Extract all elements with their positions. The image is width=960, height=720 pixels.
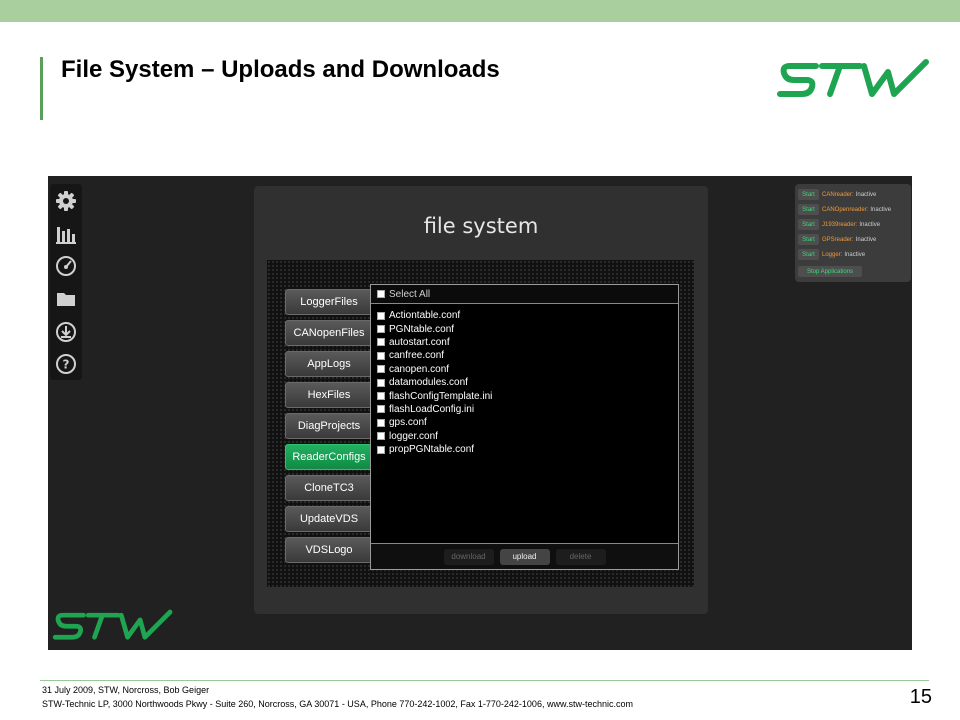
file-name: canfree.conf xyxy=(389,350,445,362)
folder-button-applogs[interactable]: AppLogs xyxy=(285,351,373,377)
reader-status-panel: Start CANreader: Inactive Start CANOpenr… xyxy=(795,184,911,282)
bar-chart-icon[interactable] xyxy=(53,221,79,247)
slide: File System – Uploads and Downloads ? fi… xyxy=(0,0,960,720)
download-icon[interactable] xyxy=(53,319,79,345)
panel-title: file system xyxy=(423,214,539,238)
svg-text:?: ? xyxy=(63,358,70,372)
file-name: flashLoadConfig.ini xyxy=(389,403,475,415)
file-item[interactable]: flashConfigTemplate.ini xyxy=(377,389,678,402)
file-item[interactable]: autostart.conf xyxy=(377,336,678,349)
download-button[interactable]: download xyxy=(443,548,494,565)
folder-button-updatevds[interactable]: UpdateVDS xyxy=(285,506,373,532)
file-name: datamodules.conf xyxy=(389,377,468,389)
reader-name: GPSreader: xyxy=(822,236,854,243)
file-browser: LoggerFiles CANopenFiles AppLogs HexFile… xyxy=(267,260,694,587)
file-item[interactable]: Actiontable.conf xyxy=(377,309,678,322)
top-bar xyxy=(0,0,960,22)
footer-address: STW-Technic LP, 3000 Northwoods Pkwy - S… xyxy=(42,699,633,709)
file-item[interactable]: gps.conf xyxy=(377,416,678,429)
file-name: autostart.conf xyxy=(389,336,450,348)
folder-icon[interactable] xyxy=(53,286,79,312)
file-checkbox[interactable] xyxy=(377,405,385,414)
file-item[interactable]: canopen.conf xyxy=(377,363,678,376)
title-accent-rule xyxy=(40,57,43,120)
page-number: 15 xyxy=(909,686,932,708)
folder-button-hexfiles[interactable]: HexFiles xyxy=(285,382,373,408)
reader-row-canreader: Start CANreader: Inactive xyxy=(798,188,876,201)
folder-button-loggerfiles[interactable]: LoggerFiles xyxy=(285,289,373,315)
reader-status: Inactive xyxy=(855,191,877,198)
file-checkbox[interactable] xyxy=(377,311,385,320)
reader-name: CANreader: xyxy=(822,191,854,198)
reader-status: Inactive xyxy=(855,236,877,243)
file-item[interactable]: canfree.conf xyxy=(377,349,678,362)
file-name: PGNtable.conf xyxy=(389,323,455,335)
file-item[interactable]: logger.conf xyxy=(377,430,678,443)
delete-button[interactable]: delete xyxy=(555,548,606,565)
folder-button-diagprojects[interactable]: DiagProjects xyxy=(285,413,373,439)
file-checkbox[interactable] xyxy=(377,365,385,374)
folder-button-vdslogo[interactable]: VDSLogo xyxy=(285,537,373,563)
file-checkbox[interactable] xyxy=(377,351,385,360)
file-item[interactable]: datamodules.conf xyxy=(377,376,678,389)
select-all-row[interactable]: Select All xyxy=(371,285,678,304)
file-item[interactable]: flashLoadConfig.ini xyxy=(377,403,678,416)
file-checkbox[interactable] xyxy=(377,445,385,454)
help-icon[interactable]: ? xyxy=(53,351,79,377)
reader-status: Inactive xyxy=(844,251,866,258)
file-list: Actiontable.conf PGNtable.conf autostart… xyxy=(371,304,678,456)
file-list-pane: Select All Actiontable.conf PGNtable.con… xyxy=(370,284,679,570)
file-name: Actiontable.conf xyxy=(389,310,461,322)
side-nav: ? xyxy=(50,184,82,380)
reader-row-gpsreader: Start GPSreader: Inactive xyxy=(798,233,876,246)
start-button[interactable]: Start xyxy=(798,219,819,230)
reader-row-logger: Start Logger: Inactive xyxy=(798,248,865,261)
reader-name: J1939reader: xyxy=(822,221,858,228)
reader-row-j1939reader: Start J1939reader: Inactive xyxy=(798,218,880,231)
folder-button-canopenfiles[interactable]: CANopenFiles xyxy=(285,320,373,346)
stw-logo-bottom xyxy=(52,609,173,640)
stop-applications-button[interactable]: Stop Applications xyxy=(798,266,862,277)
file-item[interactable]: propPGNtable.conf xyxy=(377,443,678,456)
folder-button-clonetc3[interactable]: CloneTC3 xyxy=(285,475,373,501)
start-button[interactable]: Start xyxy=(798,234,819,245)
file-checkbox[interactable] xyxy=(377,432,385,441)
folder-button-readerconfigs[interactable]: ReaderConfigs xyxy=(285,444,373,470)
gauge-icon[interactable] xyxy=(53,253,79,279)
stw-logo xyxy=(777,59,929,97)
select-all-checkbox[interactable] xyxy=(377,290,385,298)
file-name: flashConfigTemplate.ini xyxy=(389,390,493,402)
gear-icon[interactable] xyxy=(53,188,79,214)
footer-date-author: 31 July 2009, STW, Norcross, Bob Geiger xyxy=(42,685,210,695)
file-checkbox[interactable] xyxy=(377,338,385,347)
file-checkbox[interactable] xyxy=(377,418,385,427)
file-action-bar: download upload delete xyxy=(371,543,678,569)
file-name: gps.conf xyxy=(389,417,427,429)
reader-status: Inactive xyxy=(870,206,892,213)
file-name: canopen.conf xyxy=(389,363,450,375)
file-item[interactable]: PGNtable.conf xyxy=(377,322,678,335)
select-all-label: Select All xyxy=(389,288,431,300)
file-system-panel: file system LoggerFiles CANopenFiles App… xyxy=(254,186,708,614)
file-checkbox[interactable] xyxy=(377,378,385,387)
reader-row-canopenreader: Start CANOpenreader: Inactive xyxy=(798,203,891,216)
app-screenshot: ? file system LoggerFiles CANopenFiles A… xyxy=(48,176,912,650)
reader-status: Inactive xyxy=(859,221,881,228)
start-button[interactable]: Start xyxy=(798,204,819,215)
upload-button[interactable]: upload xyxy=(499,548,550,565)
reader-name: Logger: xyxy=(822,251,843,258)
footer-rule xyxy=(40,680,929,681)
slide-title: File System – Uploads and Downloads xyxy=(61,56,500,83)
start-button[interactable]: Start xyxy=(798,249,819,260)
file-checkbox[interactable] xyxy=(377,325,385,334)
file-name: propPGNtable.conf xyxy=(389,444,475,456)
file-checkbox[interactable] xyxy=(377,392,385,401)
reader-name: CANOpenreader: xyxy=(822,206,869,213)
start-button[interactable]: Start xyxy=(798,189,819,200)
file-name: logger.conf xyxy=(389,430,438,442)
